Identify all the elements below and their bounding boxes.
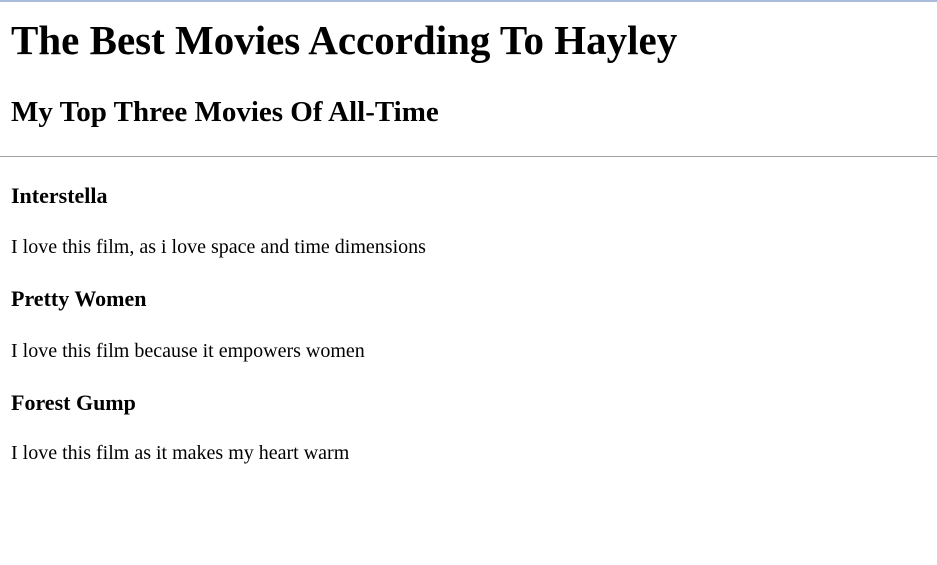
movie-item-interstella: Interstella I love this film, as i love … [11,183,937,259]
divider [0,156,937,157]
movie-title: Forest Gump [11,390,136,415]
movie-title: Pretty Women [11,286,147,311]
movie-description: I love this film as it makes my heart wa… [11,442,350,464]
page-content: The Best Movies According To Hayley My T… [0,17,937,465]
page-title: The Best Movies According To Hayley [11,17,678,63]
movie-item-forest-gump: Forest Gump I love this film as it makes… [11,390,937,465]
movie-title: Interstella [11,183,108,208]
movie-description: I love this film, as i love space and ti… [11,236,426,258]
page-subtitle: My Top Three Movies Of All-Time [11,96,439,128]
movie-description: I love this film because it empowers wom… [11,340,365,362]
movie-item-pretty-women: Pretty Women I love this film because it… [11,286,937,363]
